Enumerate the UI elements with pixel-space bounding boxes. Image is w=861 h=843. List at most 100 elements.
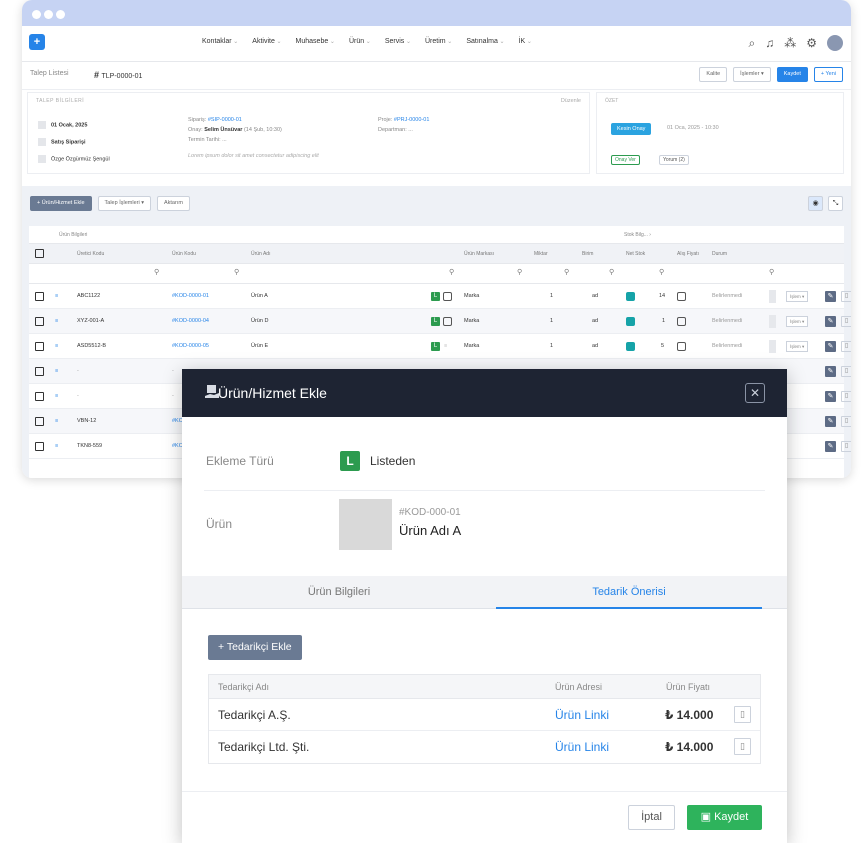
- filter-icon[interactable]: ⚲: [659, 268, 664, 276]
- row-checkbox[interactable]: [35, 392, 44, 401]
- edit-icon[interactable]: ✎: [825, 366, 836, 377]
- trash-icon[interactable]: ▯: [841, 316, 851, 327]
- tab-urun-bilgileri[interactable]: Ürün Bilgileri: [182, 576, 496, 609]
- filter-icon[interactable]: ⚲: [449, 268, 454, 276]
- approve-button[interactable]: Onay Ver: [611, 155, 640, 165]
- drag-handle-icon[interactable]: ≡: [55, 318, 58, 324]
- cell-kod[interactable]: #KOD-0000-05: [172, 343, 209, 349]
- drag-handle-icon[interactable]: ≡: [55, 393, 58, 399]
- drag-handle-icon[interactable]: ≡: [55, 368, 58, 374]
- breadcrumb-parent[interactable]: Talep Listesi: [30, 70, 69, 77]
- new-button[interactable]: + Yeni: [813, 67, 843, 82]
- table-row[interactable]: ≡ ASD5512-B #KOD-0000-05 Ürün E L ≡ Mark…: [29, 334, 851, 359]
- save-button[interactable]: ▣ Kaydet: [687, 805, 762, 830]
- trash-icon[interactable]: ▯: [841, 441, 851, 452]
- bell-icon[interactable]: ♫: [765, 36, 774, 50]
- row-action-button[interactable]: İşlem ▾: [786, 341, 809, 352]
- gear-icon[interactable]: ⚙: [806, 36, 817, 50]
- cancel-button[interactable]: İptal: [628, 805, 675, 830]
- col-fiyat[interactable]: Alış Fiyatı: [677, 251, 699, 257]
- row-checkbox[interactable]: [35, 442, 44, 451]
- request-actions-button[interactable]: Talep İşlemleri ▾: [97, 196, 151, 211]
- row-checkbox[interactable]: [35, 317, 44, 326]
- trash-icon[interactable]: ▯: [841, 341, 851, 352]
- close-icon[interactable]: ✕: [745, 383, 765, 403]
- filter-icon[interactable]: ⚲: [609, 268, 614, 276]
- menu-item-satinalma[interactable]: Satınalma: [466, 38, 504, 45]
- filter-icon[interactable]: ⚲: [154, 268, 159, 276]
- drag-handle-icon[interactable]: ≡: [55, 343, 58, 349]
- col-kod[interactable]: Ürün Kodu: [172, 251, 196, 257]
- menu-item-ik[interactable]: İK: [519, 38, 532, 45]
- drag-handle-icon[interactable]: ≡: [55, 443, 58, 449]
- col-ad[interactable]: Ürün Adı: [251, 251, 270, 257]
- view-toggle-icon[interactable]: ◉: [808, 196, 823, 211]
- row-action-button[interactable]: İşlem ▾: [786, 291, 809, 302]
- menu-item-kontaklar[interactable]: Kontaklar: [202, 38, 238, 45]
- col-stok[interactable]: Net Stok: [626, 251, 645, 257]
- table-row[interactable]: ≡ XYZ-001-A #KOD-0000-04 Ürün D L Marka …: [29, 309, 851, 334]
- edit-icon[interactable]: ✎: [825, 441, 836, 452]
- box-icon[interactable]: [443, 317, 452, 326]
- proje-link[interactable]: #PRJ-0000-01: [394, 117, 429, 123]
- col-birim[interactable]: Birim: [582, 251, 593, 257]
- edit-icon[interactable]: ✎: [825, 416, 836, 427]
- box-icon[interactable]: [443, 292, 452, 301]
- siparis-link[interactable]: #SIP-0000-01: [208, 117, 242, 123]
- col-marka[interactable]: Ürün Markası: [464, 251, 494, 257]
- trash-icon[interactable]: ▯: [841, 291, 851, 302]
- comment-button[interactable]: Yorum (2): [659, 155, 689, 165]
- list-icon[interactable]: ≡: [444, 343, 447, 349]
- apps-icon[interactable]: ⁂: [784, 36, 796, 50]
- avatar[interactable]: [827, 35, 843, 51]
- transfer-button[interactable]: Aktarım: [156, 196, 190, 211]
- islemler-button[interactable]: İşlemler ▾: [733, 67, 771, 82]
- edit-icon[interactable]: ✎: [825, 341, 836, 352]
- tab-tedarik-onerisi[interactable]: Tedarik Önerisi: [496, 576, 762, 609]
- menu-item-muhasebe[interactable]: Muhasebe: [296, 38, 335, 45]
- select-all-checkbox[interactable]: [35, 249, 44, 258]
- app-logo[interactable]: +: [29, 34, 45, 50]
- col-uretici[interactable]: Üretici Kodu: [77, 251, 104, 257]
- edit-icon[interactable]: ✎: [825, 316, 836, 327]
- col-miktar[interactable]: Miktar: [534, 251, 548, 257]
- menu-item-urun[interactable]: Ürün: [349, 38, 371, 45]
- product-link[interactable]: Ürün Linki: [555, 708, 609, 722]
- add-supplier-button[interactable]: + Tedarikçi Ekle: [208, 635, 302, 660]
- filter-icon[interactable]: ⚲: [769, 268, 774, 276]
- product-link[interactable]: Ürün Linki: [555, 740, 609, 754]
- filter-icon[interactable]: ⚲: [234, 268, 239, 276]
- drag-handle-icon[interactable]: ≡: [55, 293, 58, 299]
- trash-icon[interactable]: ▯: [841, 391, 851, 402]
- price-icon[interactable]: [677, 292, 686, 301]
- row-checkbox[interactable]: [35, 417, 44, 426]
- trash-icon[interactable]: ▯: [841, 416, 851, 427]
- col-durum[interactable]: Durum: [712, 251, 727, 257]
- row-checkbox[interactable]: [35, 342, 44, 351]
- edit-link[interactable]: Düzenle: [561, 98, 581, 104]
- edit-icon[interactable]: ✎: [825, 391, 836, 402]
- table-row[interactable]: ≡ ABC1122 #KOD-0000-01 Ürün A L Marka 1 …: [29, 284, 851, 309]
- stock-group-label[interactable]: Stok Bilg... ›: [624, 232, 651, 238]
- price-icon[interactable]: [677, 317, 686, 326]
- expand-icon[interactable]: ⤡: [828, 196, 843, 211]
- price-icon[interactable]: [677, 342, 686, 351]
- trash-icon[interactable]: ▯: [734, 738, 751, 755]
- add-product-button[interactable]: + Ürün/Hizmet Ekle: [30, 196, 92, 211]
- trash-icon[interactable]: ▯: [734, 706, 751, 723]
- trash-icon[interactable]: ▯: [841, 366, 851, 377]
- cell-kod[interactable]: #KOD-0000-04: [172, 318, 209, 324]
- row-checkbox[interactable]: [35, 292, 44, 301]
- stock-icon[interactable]: [626, 342, 635, 351]
- stock-icon[interactable]: [626, 317, 635, 326]
- row-action-button[interactable]: İşlem ▾: [786, 316, 809, 327]
- menu-item-uretim[interactable]: Üretim: [425, 38, 452, 45]
- menu-item-servis[interactable]: Servis: [385, 38, 411, 45]
- filter-icon[interactable]: ⚲: [517, 268, 522, 276]
- stock-icon[interactable]: [626, 292, 635, 301]
- save-top-button[interactable]: Kaydet: [776, 67, 808, 82]
- filter-icon[interactable]: ⚲: [564, 268, 569, 276]
- menu-item-aktivite[interactable]: Aktivite: [252, 38, 281, 45]
- cell-kod[interactable]: #KOD-0000-01: [172, 293, 209, 299]
- search-icon[interactable]: ⌕: [749, 36, 756, 51]
